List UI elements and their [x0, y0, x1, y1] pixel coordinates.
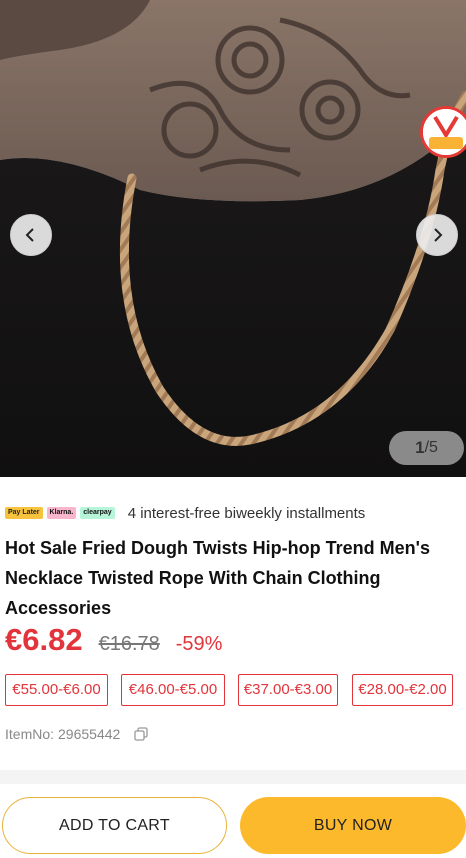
- item-number-label: ItemNo:: [5, 726, 55, 742]
- brand-badge-logo: [420, 106, 466, 158]
- carousel-next-button[interactable]: [416, 214, 458, 256]
- product-photo: [0, 0, 466, 477]
- product-title: Hot Sale Fried Dough Twists Hip-hop Tren…: [5, 538, 430, 618]
- installments-row[interactable]: Pay Later Klarna. clearpay 4 interest-fr…: [5, 503, 365, 523]
- copy-icon[interactable]: [134, 727, 148, 741]
- original-price: €16.78: [98, 633, 160, 655]
- image-counter-current: 1: [415, 438, 425, 457]
- buy-now-button[interactable]: BUY NOW: [240, 797, 466, 854]
- image-counter: 1 /5: [389, 431, 464, 465]
- installments-text: 4 interest-free biweekly installments: [127, 504, 366, 522]
- tier-price-4[interactable]: €28.00-€2.00: [352, 674, 453, 706]
- discount-percent: -59%: [175, 633, 223, 655]
- current-price: €6.82: [5, 622, 83, 657]
- paylater-logo: Pay Later: [5, 507, 43, 519]
- image-counter-total: /5: [424, 439, 438, 456]
- tier-price-3[interactable]: €37.00-€3.00: [238, 674, 338, 706]
- klarna-logo: Klarna.: [46, 507, 77, 519]
- clearpay-logo: clearpay: [80, 507, 115, 519]
- product-image-carousel[interactable]: 1 /5: [0, 0, 466, 477]
- add-to-cart-button[interactable]: ADD TO CART: [2, 797, 227, 854]
- tier-price-1[interactable]: €55.00-€6.00: [5, 674, 108, 706]
- section-divider: [0, 770, 466, 784]
- chevron-left-icon: [25, 228, 34, 242]
- item-number-row: ItemNo: 29655442: [5, 724, 148, 744]
- carousel-prev-button[interactable]: [10, 214, 52, 256]
- price-row: €6.82 €16.78 -59%: [5, 622, 222, 662]
- tier-price-2[interactable]: €46.00-€5.00: [121, 674, 225, 706]
- item-number-value: 29655442: [58, 726, 121, 742]
- chevron-right-icon: [434, 228, 443, 242]
